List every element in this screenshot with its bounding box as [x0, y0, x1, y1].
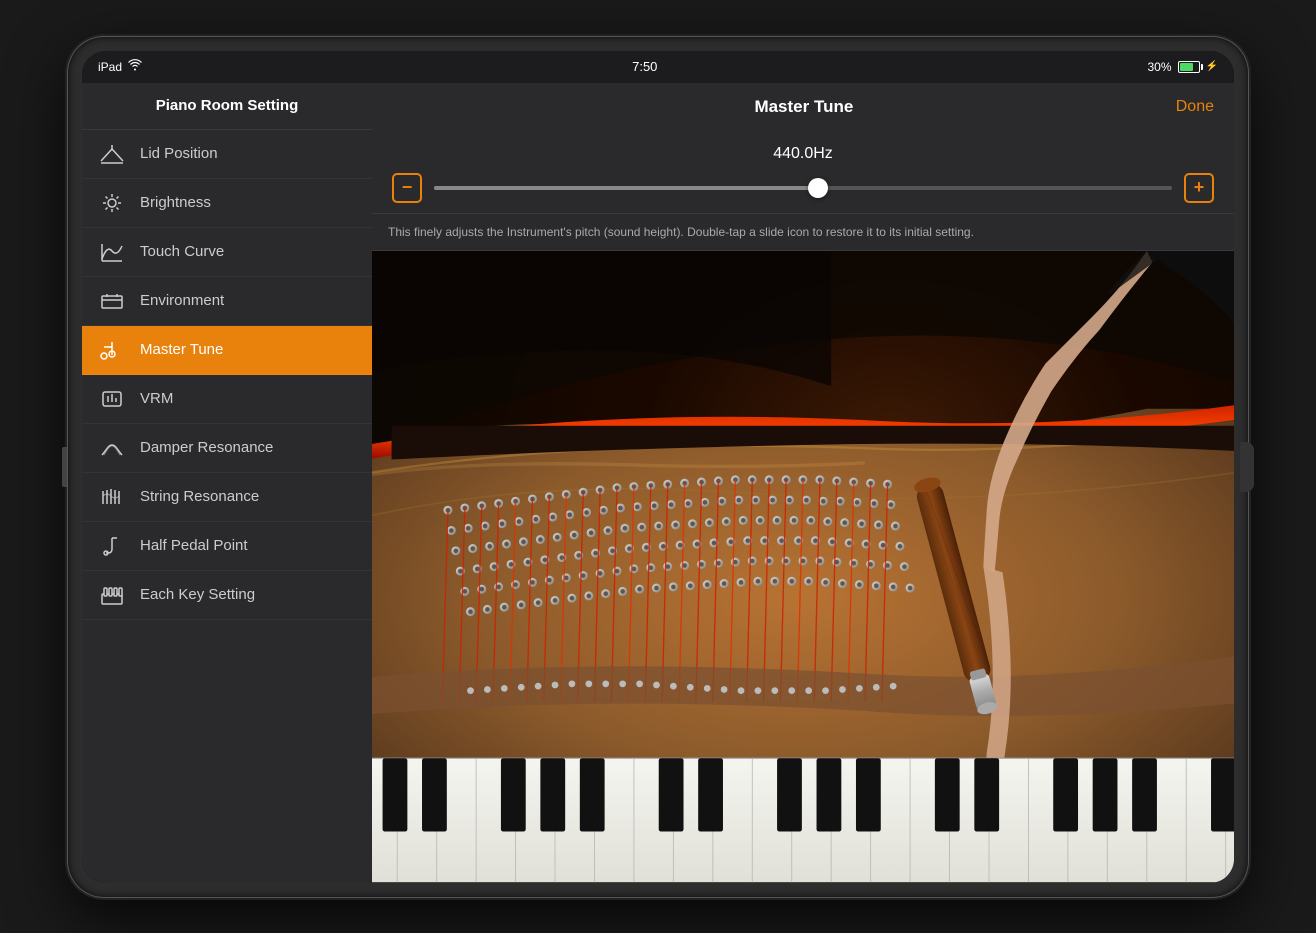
- device-name-label: iPad: [98, 60, 122, 74]
- touch-curve-label: Touch Curve: [140, 243, 224, 260]
- device-frame: iPad 7:50 30% ⚡: [68, 37, 1248, 897]
- done-button[interactable]: Done: [1176, 98, 1214, 116]
- charging-icon: ⚡: [1206, 61, 1218, 72]
- each-key-setting-icon: [98, 583, 126, 607]
- each-key-setting-label: Each Key Setting: [140, 586, 255, 603]
- string-resonance-icon: [98, 485, 126, 509]
- vrm-label: VRM: [140, 390, 173, 407]
- slider-thumb[interactable]: [808, 178, 828, 198]
- status-right: 30% ⚡: [1148, 60, 1218, 74]
- damper-resonance-icon: [98, 436, 126, 460]
- sidebar-item-brightness[interactable]: Brightness: [82, 179, 372, 228]
- device-screen: iPad 7:50 30% ⚡: [82, 51, 1234, 883]
- side-button-left[interactable]: [62, 447, 67, 487]
- status-time: 7:50: [632, 59, 657, 74]
- tune-slider[interactable]: [434, 186, 1172, 190]
- sidebar-item-each-key-setting[interactable]: Each Key Setting: [82, 571, 372, 620]
- environment-label: Environment: [140, 292, 224, 309]
- master-tune-label: Master Tune: [140, 341, 223, 358]
- sidebar-nav: Lid Position: [82, 130, 372, 883]
- lid-position-icon: [98, 142, 126, 166]
- sidebar-item-half-pedal-point[interactable]: Half Pedal Point: [82, 522, 372, 571]
- slider-row: − +: [392, 173, 1214, 203]
- tune-description: This finely adjusts the Instrument's pit…: [372, 214, 1234, 252]
- brightness-icon: [98, 191, 126, 215]
- sidebar-item-string-resonance[interactable]: String Resonance: [82, 473, 372, 522]
- content-header: Master Tune Done: [372, 83, 1234, 131]
- sidebar-item-vrm[interactable]: VRM: [82, 375, 372, 424]
- brightness-label: Brightness: [140, 194, 211, 211]
- status-bar: iPad 7:50 30% ⚡: [82, 51, 1234, 83]
- sidebar-header: Piano Room Setting: [82, 83, 372, 130]
- content-area: Master Tune Done 440.0Hz − +: [372, 83, 1234, 883]
- wifi-icon: [128, 59, 142, 74]
- sidebar-title: Piano Room Setting: [156, 97, 299, 114]
- environment-icon: [98, 289, 126, 313]
- sidebar-item-damper-resonance[interactable]: Damper Resonance: [82, 424, 372, 473]
- status-left: iPad: [98, 59, 142, 74]
- main-area: Piano Room Setting Lid Position: [82, 83, 1234, 883]
- sidebar-item-environment[interactable]: Environment: [82, 277, 372, 326]
- battery-percent-label: 30%: [1148, 60, 1172, 74]
- sidebar: Piano Room Setting Lid Position: [82, 83, 372, 883]
- sidebar-item-lid-position[interactable]: Lid Position: [82, 130, 372, 179]
- master-tune-icon: [98, 338, 126, 362]
- damper-resonance-label: Damper Resonance: [140, 439, 273, 456]
- home-button[interactable]: [1240, 442, 1254, 492]
- piano-image-area: /* pins rendered below */: [372, 251, 1234, 882]
- decrease-button[interactable]: −: [392, 173, 422, 203]
- battery-icon: [1178, 61, 1200, 73]
- lid-position-label: Lid Position: [140, 145, 218, 162]
- touch-curve-icon: [98, 240, 126, 264]
- half-pedal-point-label: Half Pedal Point: [140, 537, 248, 554]
- slider-fill: [434, 186, 818, 190]
- piano-scene: /* pins rendered below */: [372, 251, 1234, 882]
- half-pedal-point-icon: [98, 534, 126, 558]
- content-title: Master Tune: [432, 97, 1176, 117]
- tune-control: 440.0Hz − +: [372, 131, 1234, 214]
- tune-value: 440.0Hz: [392, 145, 1214, 163]
- sidebar-item-master-tune[interactable]: Master Tune: [82, 326, 372, 375]
- vrm-icon: [98, 387, 126, 411]
- string-resonance-label: String Resonance: [140, 488, 259, 505]
- increase-button[interactable]: +: [1184, 173, 1214, 203]
- sidebar-item-touch-curve[interactable]: Touch Curve: [82, 228, 372, 277]
